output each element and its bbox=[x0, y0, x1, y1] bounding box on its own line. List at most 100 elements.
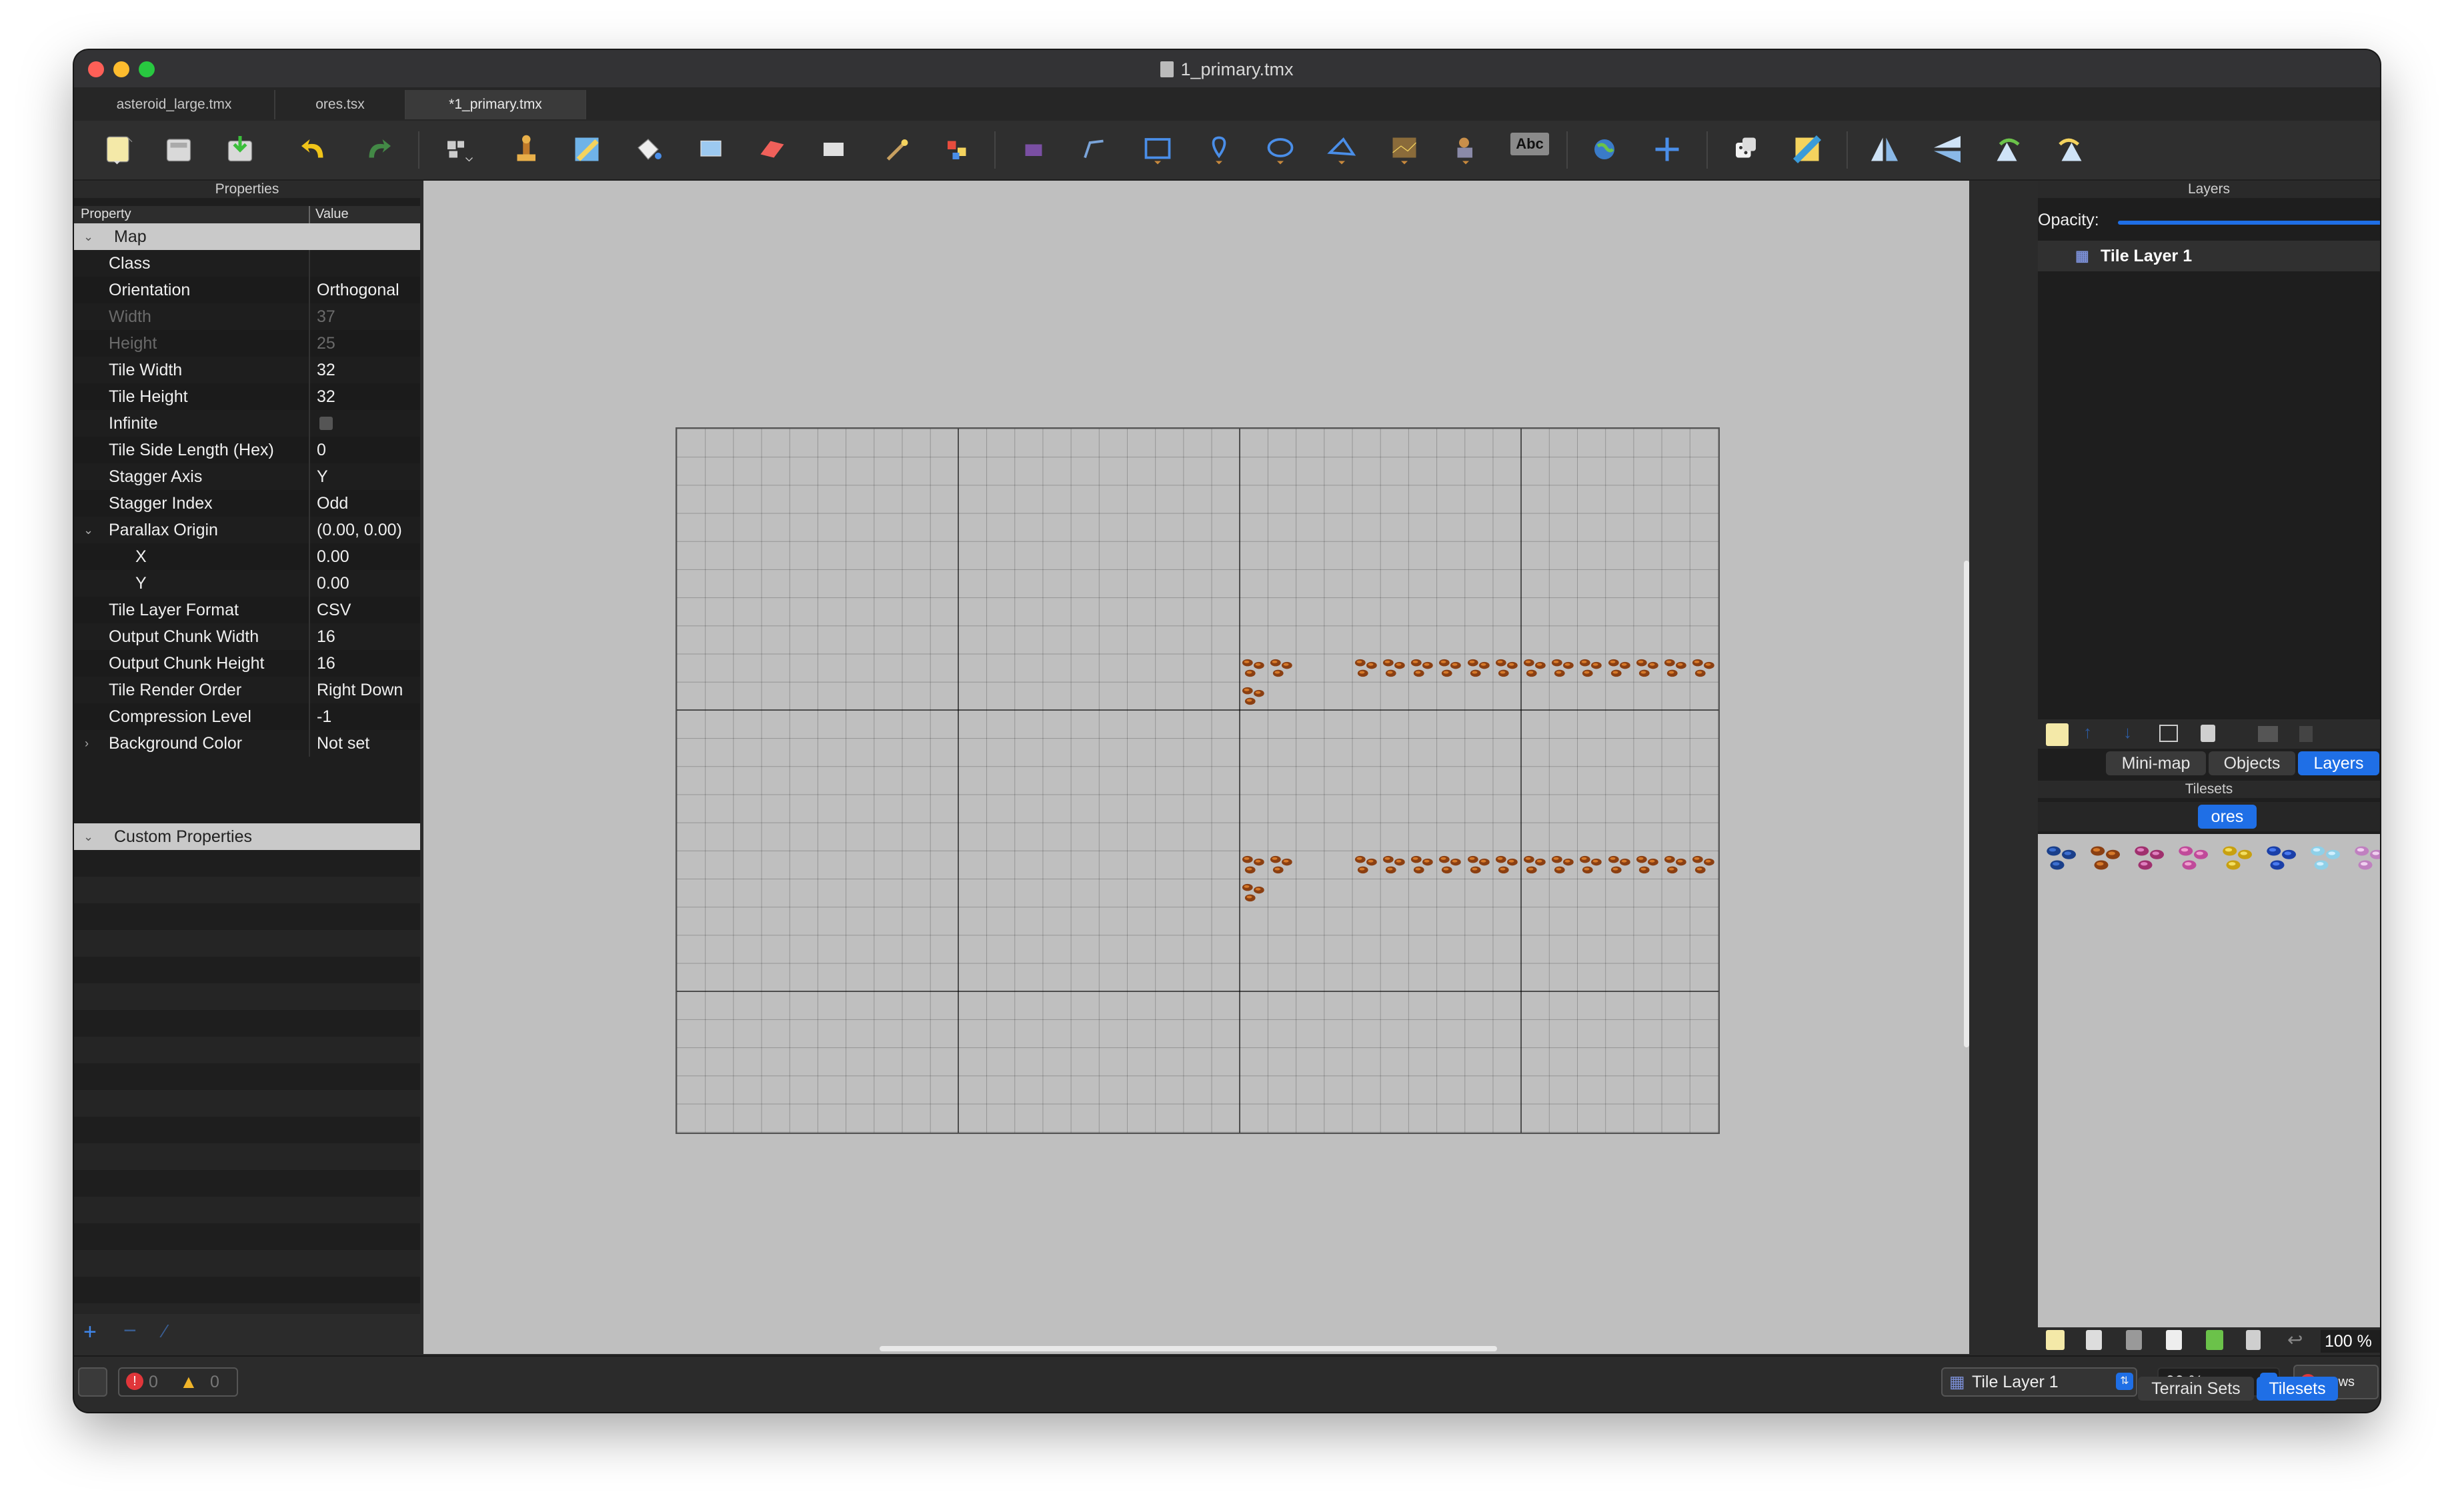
bucket-fill-icon[interactable] bbox=[632, 133, 665, 166]
duplicate-layer-icon[interactable] bbox=[2159, 725, 2178, 742]
property-row[interactable]: › Background Color Not set bbox=[74, 730, 420, 757]
flip-horizontal-icon[interactable] bbox=[1868, 133, 1901, 166]
property-value[interactable]: (0.00, 0.00) bbox=[317, 517, 402, 543]
property-row[interactable]: Stagger Axis Y bbox=[74, 463, 420, 490]
property-row[interactable]: Width 37 bbox=[74, 303, 420, 330]
horizontal-scrollbar[interactable] bbox=[880, 1346, 1497, 1351]
tab-terrain-sets[interactable]: Terrain Sets bbox=[2138, 1377, 2254, 1401]
new-layer-icon[interactable] bbox=[2046, 723, 2069, 746]
property-row[interactable]: Orientation Orthogonal bbox=[74, 277, 420, 303]
edit-tileset-icon[interactable] bbox=[2206, 1330, 2223, 1350]
property-row[interactable]: ⌄ Parallax Origin (0.00, 0.00) bbox=[74, 517, 420, 543]
property-value[interactable]: -1 bbox=[317, 703, 331, 730]
property-value[interactable]: Right Down bbox=[317, 677, 403, 703]
property-row[interactable]: Output Chunk Height 16 bbox=[74, 650, 420, 677]
embed-tileset-icon[interactable] bbox=[2086, 1330, 2102, 1350]
property-value[interactable]: 0 bbox=[317, 437, 326, 463]
tab-objects[interactable]: Objects bbox=[2209, 751, 2295, 775]
property-value[interactable]: Y bbox=[317, 463, 328, 490]
merge-layer-icon[interactable] bbox=[2258, 726, 2278, 742]
open-icon[interactable] bbox=[162, 133, 195, 166]
terrain-brush-icon[interactable] bbox=[570, 133, 603, 166]
value-column-header[interactable]: Value bbox=[315, 207, 349, 222]
tab-primary[interactable]: *1_primary.tmx bbox=[406, 90, 586, 119]
property-value[interactable]: Odd bbox=[317, 490, 348, 517]
edit-polygons-icon[interactable] bbox=[1078, 133, 1112, 166]
lock-layer-icon[interactable] bbox=[2299, 726, 2313, 742]
tileset-tile[interactable] bbox=[2174, 839, 2214, 877]
new-map-icon[interactable] bbox=[102, 133, 135, 166]
rename-property-icon[interactable]: ⁄ bbox=[163, 1321, 167, 1342]
property-row[interactable]: Height 25 bbox=[74, 330, 420, 357]
property-value[interactable]: 32 bbox=[317, 383, 335, 410]
tileset-tile[interactable] bbox=[2306, 839, 2346, 877]
tileset-tile[interactable] bbox=[2262, 839, 2302, 877]
tileset-tile[interactable] bbox=[2350, 839, 2380, 877]
dynamic-wrap-icon[interactable]: ↩ bbox=[2287, 1329, 2303, 1351]
property-row[interactable]: Tile Width 32 bbox=[74, 357, 420, 383]
tab-layers[interactable]: Layers bbox=[2298, 751, 2379, 775]
property-row[interactable]: Y 0.00 bbox=[74, 570, 420, 597]
raise-layer-icon[interactable]: ↑ bbox=[2083, 722, 2092, 743]
delete-layer-icon[interactable] bbox=[2201, 725, 2215, 742]
insert-rectangle-icon[interactable] bbox=[1141, 133, 1174, 166]
rotate-left-icon[interactable] bbox=[1992, 133, 2025, 166]
property-row[interactable]: Tile Render Order Right Down bbox=[74, 677, 420, 703]
opacity-slider-track[interactable] bbox=[2118, 221, 2380, 225]
property-row[interactable]: Tile Side Length (Hex) 0 bbox=[74, 437, 420, 463]
tileset-tab-ores[interactable]: ores bbox=[2198, 805, 2257, 829]
tileset-tile[interactable] bbox=[2086, 839, 2126, 877]
vertical-scrollbar[interactable] bbox=[1964, 561, 1969, 1047]
property-row[interactable]: Output Chunk Width 16 bbox=[74, 623, 420, 650]
random-mode-icon[interactable] bbox=[1729, 133, 1762, 166]
infinite-checkbox[interactable] bbox=[319, 417, 333, 430]
map-group-row[interactable]: ⌄ Map bbox=[74, 223, 420, 250]
tileset-zoom-field[interactable]: 100 % bbox=[2321, 1330, 2380, 1353]
property-row[interactable]: X 0.00 bbox=[74, 543, 420, 570]
add-property-icon[interactable]: + bbox=[83, 1319, 97, 1345]
eraser-icon[interactable] bbox=[756, 133, 789, 166]
tileset-properties-icon[interactable] bbox=[2166, 1330, 2182, 1350]
wang-fill-icon[interactable] bbox=[1790, 133, 1824, 166]
property-value[interactable]: 16 bbox=[317, 650, 335, 677]
tab-ores[interactable]: ores.tsx bbox=[275, 90, 406, 119]
property-value[interactable]: 37 bbox=[317, 303, 335, 330]
rect-select-icon[interactable] bbox=[817, 133, 850, 166]
remove-tileset-icon[interactable] bbox=[2246, 1330, 2261, 1350]
tile-map[interactable] bbox=[676, 427, 1720, 1134]
map-canvas[interactable] bbox=[423, 181, 1969, 1354]
new-tileset-icon[interactable] bbox=[2046, 1330, 2065, 1350]
tab-mini-map[interactable]: Mini-map bbox=[2106, 751, 2206, 775]
current-layer-select[interactable]: ▦ Tile Layer 1 ⇅ bbox=[1941, 1367, 2137, 1397]
shape-fill-icon[interactable] bbox=[694, 133, 728, 166]
insert-point-icon[interactable] bbox=[1202, 133, 1236, 166]
redo-icon[interactable] bbox=[361, 133, 394, 166]
select-same-tile-icon[interactable] bbox=[941, 133, 974, 166]
tileset-view[interactable] bbox=[2038, 834, 2380, 1327]
property-row[interactable]: Class bbox=[74, 250, 420, 277]
chevron-right-icon[interactable]: › bbox=[85, 730, 89, 757]
magic-wand-icon[interactable] bbox=[880, 133, 913, 166]
world-tool-icon[interactable] bbox=[441, 133, 474, 166]
insert-tile-icon[interactable] bbox=[1388, 133, 1421, 166]
tileset-tile[interactable] bbox=[2042, 839, 2082, 877]
property-value[interactable]: Orthogonal bbox=[317, 277, 399, 303]
property-row[interactable]: Compression Level -1 bbox=[74, 703, 420, 730]
world-icon[interactable] bbox=[1588, 133, 1621, 166]
tab-tilesets[interactable]: Tilesets bbox=[2257, 1377, 2338, 1401]
insert-text-icon[interactable]: Abc bbox=[1510, 133, 1550, 166]
insert-template-icon[interactable] bbox=[1449, 133, 1482, 166]
undo-icon[interactable] bbox=[298, 133, 331, 166]
property-value[interactable]: Not set bbox=[317, 730, 369, 757]
tileset-tile[interactable] bbox=[2130, 839, 2170, 877]
property-row[interactable]: Tile Layer Format CSV bbox=[74, 597, 420, 623]
flip-vertical-icon[interactable] bbox=[1931, 133, 1964, 166]
export-tileset-icon[interactable] bbox=[2126, 1330, 2142, 1350]
remove-property-icon[interactable]: − bbox=[123, 1318, 137, 1344]
insert-ellipse-icon[interactable] bbox=[1264, 133, 1297, 166]
property-value[interactable]: 25 bbox=[317, 330, 335, 357]
custom-properties-group-row[interactable]: ⌄ Custom Properties bbox=[74, 823, 420, 850]
chevron-down-icon[interactable]: ⌄ bbox=[83, 517, 93, 543]
property-value[interactable]: CSV bbox=[317, 597, 351, 623]
property-value[interactable]: 0.00 bbox=[317, 570, 349, 597]
